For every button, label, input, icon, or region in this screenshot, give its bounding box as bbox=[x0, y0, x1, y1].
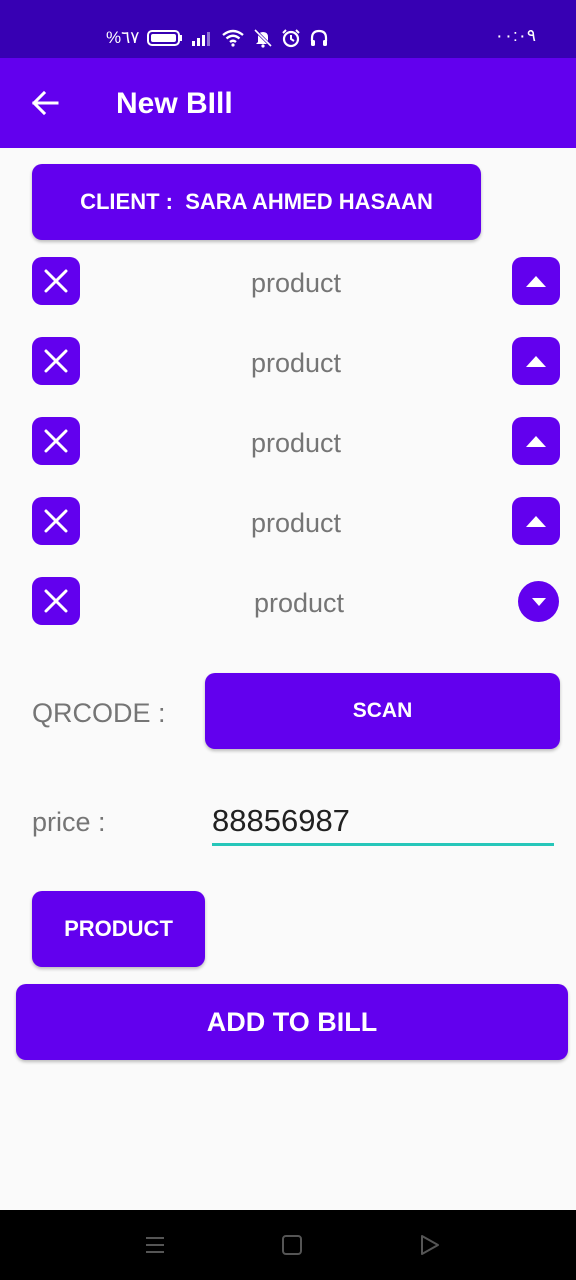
close-icon bbox=[44, 269, 68, 293]
arrow-left-icon bbox=[31, 90, 59, 116]
triangle-down-icon bbox=[531, 597, 546, 606]
remove-product-button[interactable] bbox=[32, 577, 80, 625]
add-to-bill-label: ADD TO BILL bbox=[206, 1006, 378, 1037]
triangle-up-icon bbox=[526, 276, 546, 287]
expand-down-button[interactable] bbox=[518, 581, 559, 622]
signal-icon bbox=[191, 29, 213, 47]
remove-product-button[interactable] bbox=[32, 417, 80, 465]
remove-product-button[interactable] bbox=[32, 497, 80, 545]
close-icon bbox=[44, 349, 68, 373]
page-title: New BIll bbox=[116, 87, 233, 120]
close-icon bbox=[44, 589, 68, 613]
expand-up-button[interactable] bbox=[512, 417, 560, 465]
scan-button[interactable]: SCAN bbox=[205, 673, 560, 749]
product-button[interactable]: PRODUCT bbox=[32, 891, 205, 967]
remove-product-button[interactable] bbox=[32, 337, 80, 385]
close-icon bbox=[44, 429, 68, 453]
expand-up-button[interactable] bbox=[512, 337, 560, 385]
product-label: product bbox=[250, 348, 342, 378]
qrcode-label: QRCODE : bbox=[32, 698, 166, 728]
product-label: product bbox=[253, 588, 345, 618]
app-bar: New BIll bbox=[0, 58, 576, 148]
back-button[interactable] bbox=[22, 80, 68, 126]
alarm-icon bbox=[281, 28, 301, 48]
triangle-up-icon bbox=[526, 436, 546, 447]
triangle-up-icon bbox=[526, 356, 546, 367]
price-input[interactable] bbox=[212, 798, 554, 846]
bell-off-icon bbox=[253, 28, 273, 48]
product-label: product bbox=[250, 268, 342, 298]
headphones-icon bbox=[309, 28, 329, 48]
wifi-icon bbox=[221, 29, 245, 47]
triangle-up-icon bbox=[526, 516, 546, 527]
battery-icon bbox=[147, 29, 183, 47]
expand-up-button[interactable] bbox=[512, 257, 560, 305]
status-icons: %٦٧ bbox=[106, 24, 329, 52]
status-bar: %٦٧ ٠٠:٠٩ bbox=[0, 0, 576, 58]
product-button-label: PRODUCT bbox=[64, 916, 173, 941]
home-square-icon[interactable] bbox=[279, 1232, 305, 1258]
add-to-bill-button[interactable]: ADD TO BILL bbox=[16, 984, 568, 1060]
product-label: product bbox=[250, 508, 342, 538]
product-label: product bbox=[250, 428, 342, 458]
system-nav-bar bbox=[0, 1210, 576, 1280]
close-icon bbox=[44, 509, 68, 533]
menu-icon[interactable] bbox=[142, 1232, 168, 1258]
remove-product-button[interactable] bbox=[32, 257, 80, 305]
client-button[interactable]: CLIENT : SARA AHMED HASAAN bbox=[32, 164, 481, 240]
client-button-label: CLIENT : SARA AHMED HASAAN bbox=[80, 189, 433, 214]
expand-up-button[interactable] bbox=[512, 497, 560, 545]
back-triangle-icon[interactable] bbox=[416, 1232, 442, 1258]
status-time: ٠٠:٠٩ bbox=[494, 26, 536, 45]
scan-button-label: SCAN bbox=[352, 699, 413, 722]
battery-percent: %٦٧ bbox=[106, 28, 140, 47]
price-label: price : bbox=[32, 807, 106, 837]
